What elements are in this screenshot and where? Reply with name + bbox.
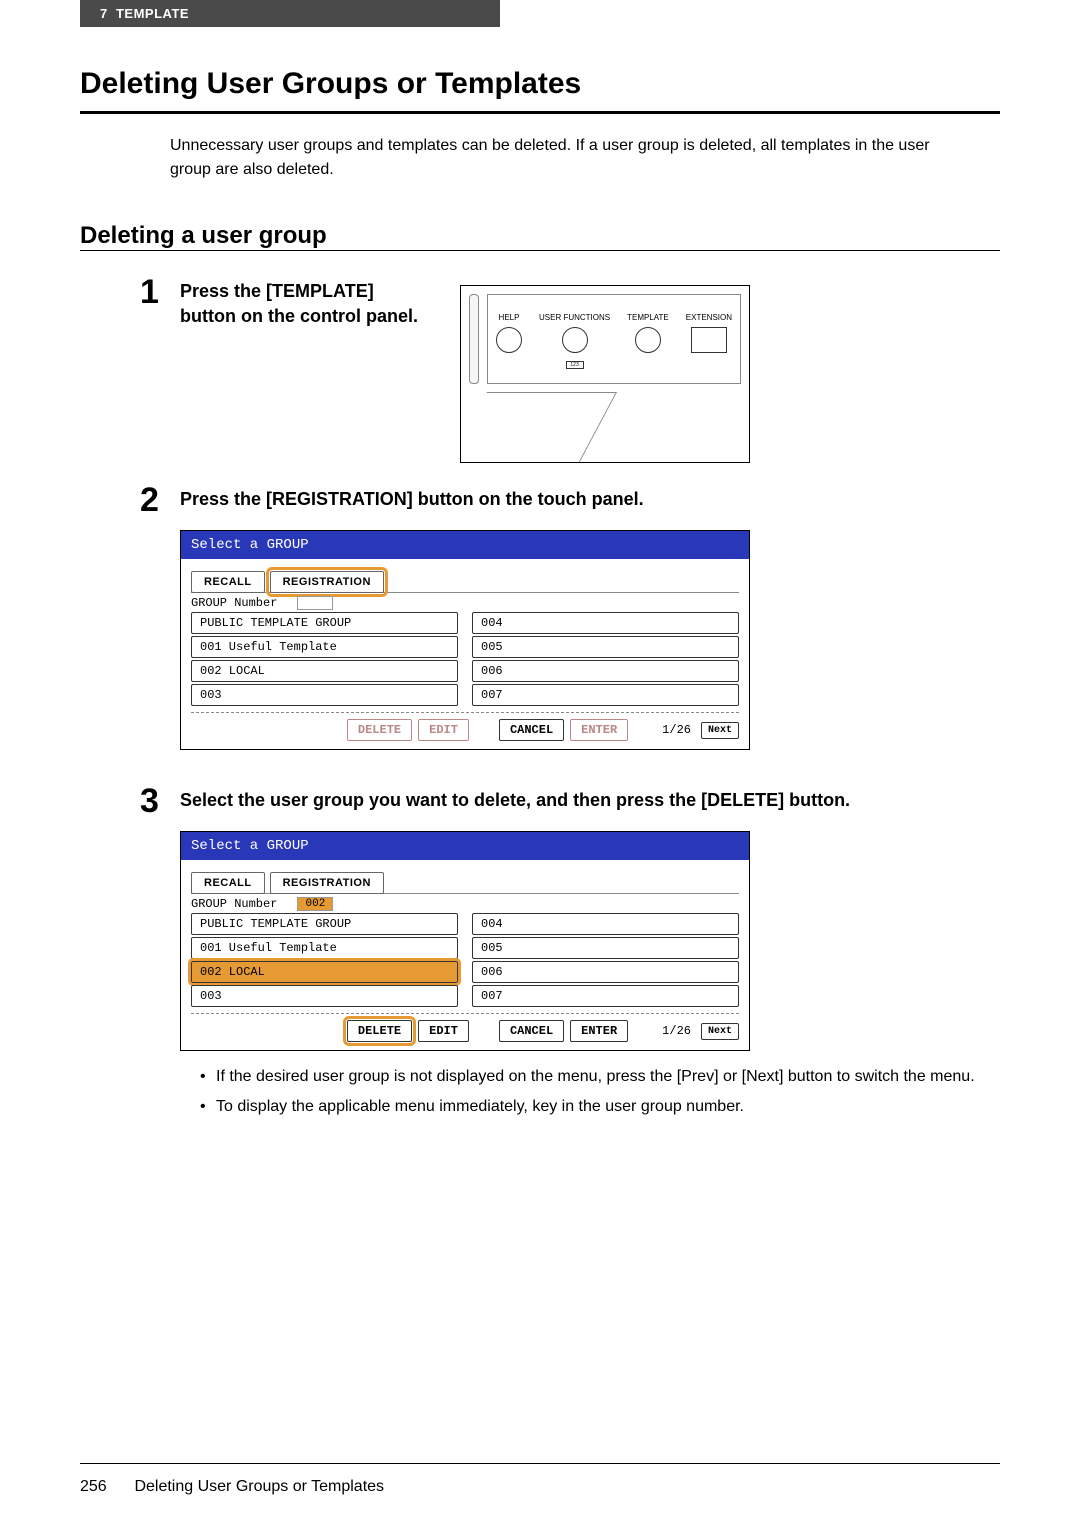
next-button[interactable]: Next [701,722,739,739]
template-button[interactable]: TEMPLATE [627,303,669,353]
title-rule [80,111,1000,114]
list-item[interactable]: 001 Useful Template [191,937,458,959]
registration-tab[interactable]: REGISTRATION [270,571,384,593]
group-number-label: GROUP Number [191,596,277,610]
step-number: 2 [140,483,180,764]
list-item[interactable]: PUBLIC TEMPLATE GROUP [191,913,458,935]
page-footer: 256 Deleting User Groups or Templates [80,1463,1000,1496]
step-3-text: Select the user group you want to delete… [180,788,1000,813]
page-number: 256 [80,1478,130,1496]
enter-button[interactable]: ENTER [570,719,628,741]
note-item: To display the applicable menu immediate… [200,1095,1000,1119]
recall-tab[interactable]: RECALL [191,872,265,894]
page-indicator: 1/26 [662,723,691,737]
group-number-value [297,596,333,610]
counter-icon: 123 [566,361,584,369]
help-button[interactable]: HELP [496,303,522,353]
edit-button[interactable]: EDIT [418,1020,469,1042]
list-item[interactable]: 005 [472,636,739,658]
intro-paragraph: Unnecessary user groups and templates ca… [170,134,960,182]
registration-tab[interactable]: REGISTRATION [270,872,384,894]
lcd-title: Select a GROUP [181,832,749,860]
control-panel-diagram: HELP USER FUNCTIONS 123 TEMPLATE [460,285,750,463]
step-number: 1 [140,275,180,463]
extension-icon [691,327,727,353]
group-number-label: GROUP Number [191,897,277,911]
list-item[interactable]: PUBLIC TEMPLATE GROUP [191,612,458,634]
page-indicator: 1/26 [662,1024,691,1038]
list-item[interactable]: 006 [472,660,739,682]
next-button[interactable]: Next [701,1023,739,1040]
user-functions-icon [562,327,588,353]
list-item-selected[interactable]: 002 LOCAL [191,961,458,983]
list-item[interactable]: 001 Useful Template [191,636,458,658]
step-3: 3 Select the user group you want to dele… [140,784,1000,1125]
cancel-button[interactable]: CANCEL [499,719,564,741]
panel-shape [450,392,617,462]
footer-title: Deleting User Groups or Templates [134,1478,384,1495]
list-item[interactable]: 007 [472,684,739,706]
recall-tab[interactable]: RECALL [191,571,265,593]
list-item[interactable]: 003 [191,684,458,706]
delete-button[interactable]: DELETE [347,1020,412,1042]
subheading: Deleting a user group [80,222,1000,250]
list-item[interactable]: 004 [472,612,739,634]
list-item[interactable]: 006 [472,961,739,983]
list-item[interactable]: 004 [472,913,739,935]
lcd-title: Select a GROUP [181,531,749,559]
template-icon [635,327,661,353]
step-1-text: Press the [TEMPLATE] button on the contr… [180,279,430,329]
sub-rule [80,250,1000,251]
enter-button[interactable]: ENTER [570,1020,628,1042]
panel-spine [469,294,479,384]
list-item[interactable]: 002 LOCAL [191,660,458,682]
chapter-tab: 7 TEMPLATE [80,0,500,27]
chapter-title: TEMPLATE [116,6,189,21]
touch-panel-screenshot-2: Select a GROUP RECALL REGISTRATION GROUP… [180,831,750,1051]
list-item[interactable]: 005 [472,937,739,959]
chapter-num: 7 [100,6,108,21]
touch-panel-screenshot-1: Select a GROUP RECALL REGISTRATION GROUP… [180,530,750,750]
group-number-value: 002 [297,897,333,911]
user-functions-button[interactable]: USER FUNCTIONS 123 [539,303,610,369]
note-item: If the desired user group is not display… [200,1065,1000,1089]
extension-button[interactable]: EXTENSION [686,303,732,353]
step-1: 1 Press the [TEMPLATE] button on the con… [140,275,1000,463]
page-title: Deleting User Groups or Templates [80,67,1000,101]
help-icon [496,327,522,353]
step-2-text: Press the [REGISTRATION] button on the t… [180,487,1000,512]
step-3-notes: If the desired user group is not display… [200,1065,1000,1119]
edit-button[interactable]: EDIT [418,719,469,741]
list-item[interactable]: 007 [472,985,739,1007]
list-item[interactable]: 003 [191,985,458,1007]
step-number: 3 [140,784,180,1125]
delete-button[interactable]: DELETE [347,719,412,741]
cancel-button[interactable]: CANCEL [499,1020,564,1042]
step-2: 2 Press the [REGISTRATION] button on the… [140,483,1000,764]
